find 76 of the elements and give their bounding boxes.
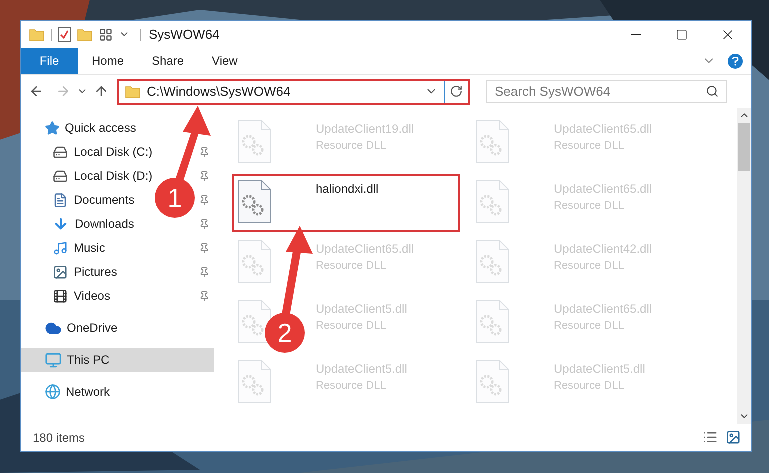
file-type: Resource DLL bbox=[554, 199, 626, 214]
search-field[interactable]: Search SysWOW64 bbox=[486, 80, 727, 103]
file-name: UpdateClient65.dll bbox=[554, 181, 652, 198]
file-type: Resource DLL bbox=[316, 379, 388, 394]
ribbon-tab[interactable]: File bbox=[21, 48, 78, 74]
file-type: Resource DLL bbox=[316, 259, 388, 274]
gear-file-icon bbox=[476, 300, 510, 344]
music-icon bbox=[53, 240, 68, 256]
gear-file-icon bbox=[476, 180, 510, 224]
window-title: SysWOW64 bbox=[149, 26, 220, 44]
details-view-icon[interactable] bbox=[703, 430, 718, 445]
nav-item[interactable]: Documents bbox=[53, 191, 135, 209]
file-type: Resource DLL bbox=[316, 319, 388, 334]
star-icon bbox=[45, 120, 60, 136]
drive-icon bbox=[53, 144, 68, 160]
file-name: UpdateClient5.dll bbox=[316, 301, 408, 318]
network-icon bbox=[45, 384, 61, 400]
file-name: UpdateClient65.dll bbox=[316, 241, 414, 258]
nav-item[interactable]: This PC bbox=[21, 348, 214, 372]
file-type: Resource DLL bbox=[554, 259, 626, 274]
checklist-icon[interactable] bbox=[58, 27, 71, 42]
document-icon bbox=[53, 192, 68, 208]
file-type: Resource DLL bbox=[554, 319, 626, 334]
search-icon[interactable] bbox=[706, 85, 719, 98]
refresh-icon[interactable] bbox=[450, 85, 463, 98]
file-name: haliondxi.dll bbox=[316, 181, 379, 198]
drive-icon bbox=[53, 168, 68, 184]
file-item[interactable]: haliondxi.dll bbox=[232, 174, 460, 232]
ribbon-tab[interactable]: View bbox=[198, 48, 252, 74]
nav-item[interactable]: Pictures bbox=[53, 263, 118, 281]
gear-file-icon bbox=[238, 360, 272, 404]
film-icon bbox=[53, 288, 68, 304]
nav-item[interactable]: Quick access bbox=[21, 116, 214, 140]
help-icon[interactable] bbox=[728, 54, 743, 68]
file-name: UpdateClient42.dll bbox=[554, 241, 652, 258]
gear-file-icon bbox=[476, 120, 510, 164]
scrollbar[interactable] bbox=[737, 108, 751, 424]
nav-item[interactable]: Local Disk (D:) bbox=[53, 167, 153, 185]
nav-item[interactable]: Music bbox=[53, 239, 106, 257]
gear-file-icon bbox=[238, 180, 272, 224]
file-name: UpdateClient65.dll bbox=[554, 121, 652, 138]
file-name: UpdateClient5.dll bbox=[554, 361, 646, 378]
nav-item[interactable]: Local Disk (C:) bbox=[53, 143, 153, 161]
minimize-icon bbox=[631, 34, 641, 35]
properties-icon[interactable] bbox=[99, 28, 113, 42]
address-field[interactable]: C:\Windows\SysWOW64 bbox=[117, 78, 470, 104]
large-icons-view-icon[interactable] bbox=[726, 430, 741, 445]
scroll-thumb[interactable] bbox=[738, 123, 750, 171]
file-name: UpdateClient19.dll bbox=[316, 121, 414, 138]
ribbon-tab[interactable]: Home bbox=[78, 48, 138, 74]
maximize-icon bbox=[676, 28, 688, 40]
back-icon[interactable] bbox=[29, 84, 44, 99]
gear-file-icon bbox=[476, 360, 510, 404]
up-icon[interactable] bbox=[94, 84, 109, 99]
new-folder-icon bbox=[77, 28, 93, 42]
download-icon bbox=[53, 216, 69, 232]
gear-file-icon bbox=[476, 240, 510, 284]
monitor-icon bbox=[45, 352, 62, 368]
folder-icon bbox=[125, 84, 141, 98]
nav-item[interactable]: Network bbox=[21, 380, 214, 404]
file-name: UpdateClient5.dll bbox=[316, 361, 408, 378]
file-type: Resource DLL bbox=[554, 379, 626, 394]
nav-item[interactable]: OneDrive bbox=[21, 316, 214, 340]
gear-file-icon bbox=[238, 240, 272, 284]
file-type: Resource DLL bbox=[554, 139, 626, 154]
gear-file-icon bbox=[238, 120, 272, 164]
file-type: Resource DLL bbox=[316, 139, 388, 154]
gear-file-icon bbox=[238, 300, 272, 344]
nav-item[interactable]: Videos bbox=[53, 287, 110, 305]
picture-icon bbox=[53, 264, 68, 280]
file-name: UpdateClient65.dll bbox=[554, 301, 652, 318]
item-count: 180 items bbox=[33, 430, 86, 446]
ribbon-tab[interactable]: Share bbox=[138, 48, 198, 74]
nav-item[interactable]: Downloads bbox=[53, 215, 134, 233]
folder-icon bbox=[29, 28, 45, 42]
address-text: C:\Windows\SysWOW64 bbox=[147, 82, 291, 101]
